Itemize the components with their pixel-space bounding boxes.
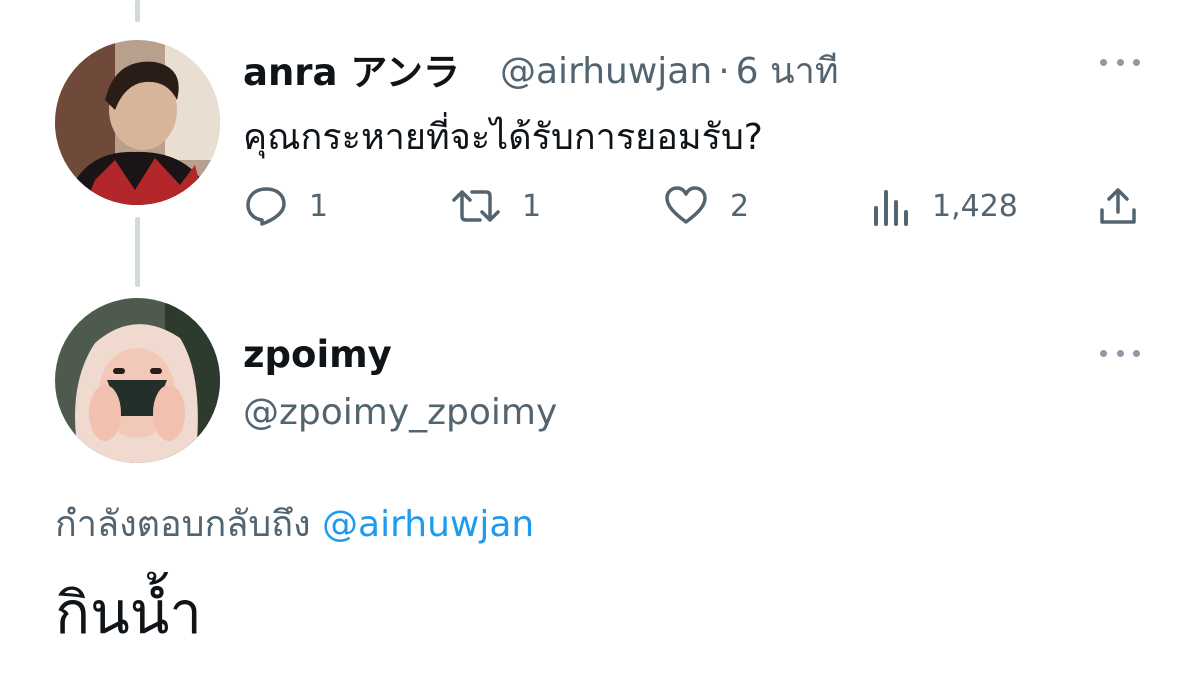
share-icon: [1098, 186, 1138, 226]
retweet-icon: [452, 186, 500, 226]
user-handle[interactable]: @zpoimy_zpoimy: [243, 392, 557, 433]
thread-line-bottom: [135, 217, 140, 287]
avatar-zpoimy[interactable]: [55, 298, 220, 463]
tweet-text: คุณกระหายที่จะได้รับการยอมรับ?: [243, 117, 763, 158]
views-count: 1,428: [932, 188, 1018, 224]
timestamp[interactable]: 6 นาที: [736, 51, 839, 92]
reply-button[interactable]: 1: [245, 186, 328, 226]
replying-to-mention[interactable]: @airhuwjan: [322, 504, 534, 545]
replying-to-label: กำลังตอบกลับถึง: [55, 504, 311, 545]
display-name[interactable]: zpoimy: [243, 333, 392, 376]
like-icon: [664, 186, 708, 226]
thread-line-top: [135, 0, 140, 22]
like-button[interactable]: 2: [664, 186, 749, 226]
retweet-count: 1: [522, 188, 542, 224]
views-icon: [872, 186, 910, 226]
user-handle[interactable]: @airhuwjan: [500, 51, 712, 92]
views-button[interactable]: 1,428: [872, 186, 1018, 226]
display-name[interactable]: anra アンラ: [243, 42, 460, 96]
separator-dot: ·: [718, 51, 730, 92]
more-icon[interactable]: [1100, 346, 1140, 360]
handle-time-row: @airhuwjan · 6 นาที: [500, 42, 839, 99]
like-count: 2: [730, 188, 750, 224]
reply-icon: [245, 186, 287, 226]
more-icon[interactable]: [1100, 55, 1140, 69]
retweet-button[interactable]: 1: [452, 186, 541, 226]
reply-count: 1: [309, 188, 329, 224]
replying-to: กำลังตอบกลับถึง @airhuwjan: [55, 495, 534, 552]
avatar-anra[interactable]: [55, 40, 220, 205]
tweet-text: กินน้ำ: [55, 579, 202, 647]
share-button[interactable]: [1098, 186, 1138, 226]
